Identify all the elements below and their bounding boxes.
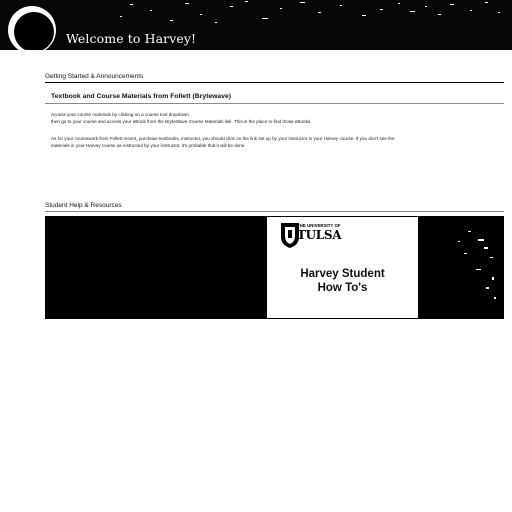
resource-card-title-line2: How To's: [317, 282, 368, 294]
announcement-line-3: As for your coursework from Follett rece…: [51, 136, 395, 141]
resource-video-right[interactable]: [418, 217, 503, 318]
resources-divider: [45, 211, 504, 212]
banner-texture: [120, 1, 500, 23]
announcement-title-divider: [45, 103, 504, 104]
resources-heading: Student Help & Resources: [45, 202, 122, 209]
announcements-divider: [45, 82, 504, 83]
page-title: Welcome to Harvey!: [66, 31, 197, 46]
circle-emblem-inner: [14, 12, 54, 50]
announcement-line-2: then go to your course and access your e…: [51, 119, 312, 124]
announcement-line-1: Access your course materials by clicking…: [51, 112, 189, 117]
resources-carousel: THE UNIVERSITY OF TULSA Harvey Student H…: [45, 216, 504, 319]
announcement-title[interactable]: Textbook and Course Materials from Folle…: [51, 93, 231, 100]
resource-card-how-tos[interactable]: THE UNIVERSITY OF TULSA Harvey Student H…: [267, 217, 418, 318]
logo-text-tulsa: TULSA: [297, 228, 342, 242]
welcome-banner: Welcome to Harvey!: [0, 0, 512, 50]
announcement-line-4: materials in your Harvey course as instr…: [51, 143, 246, 148]
announcements-heading: Getting Started & Announcements: [45, 73, 144, 80]
resource-card-title-line1: Harvey Student: [300, 268, 385, 280]
resource-video-left[interactable]: [46, 217, 267, 318]
video-thumbnail-texture: [458, 231, 496, 299]
resource-card-title: Harvey Student How To's: [267, 267, 418, 295]
